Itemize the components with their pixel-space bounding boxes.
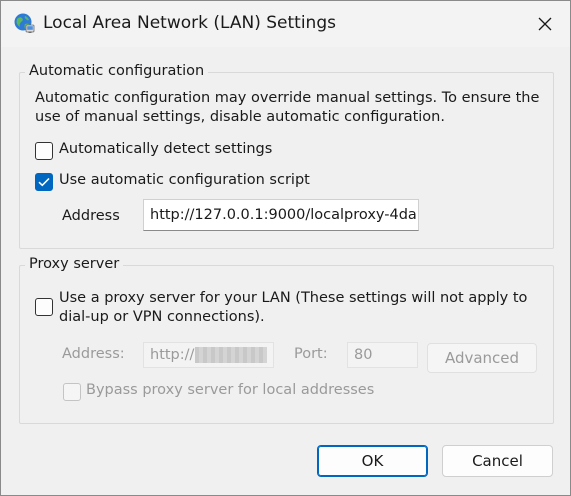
script-address-label: Address — [62, 208, 120, 224]
use-proxy-checkbox[interactable] — [35, 298, 53, 316]
proxy-port-input[interactable]: 80 — [347, 342, 418, 368]
title-bar: Local Area Network (LAN) Settings — [1, 1, 570, 47]
script-address-input[interactable]: http://127.0.0.1:9000/localproxy-4da — [143, 199, 419, 231]
proxy-server-legend: Proxy server — [25, 256, 124, 272]
proxy-address-value: http:// — [150, 347, 195, 363]
bypass-local-label[interactable]: Bypass proxy server for local addresses — [86, 382, 374, 398]
auto-config-description: Automatic configuration may override man… — [35, 90, 540, 125]
advanced-button[interactable]: Advanced — [427, 343, 537, 373]
ok-button[interactable]: OK — [317, 445, 428, 477]
script-address-value: http://127.0.0.1:9000/localproxy-4da — [150, 207, 417, 223]
close-button[interactable] — [530, 9, 560, 39]
bypass-local-checkbox[interactable] — [63, 383, 81, 401]
network-globe-icon — [14, 13, 35, 33]
close-icon — [538, 17, 552, 31]
proxy-address-input[interactable]: http:// — [143, 342, 274, 368]
use-proxy-label-line1[interactable]: Use a proxy server for your LAN (These s… — [59, 290, 527, 306]
proxy-port-label: Port: — [294, 346, 328, 362]
auto-config-script-label[interactable]: Use automatic configuration script — [59, 172, 310, 188]
auto-config-script-checkbox[interactable] — [35, 173, 53, 191]
auto-detect-checkbox[interactable] — [35, 142, 53, 160]
auto-config-legend: Automatic configuration — [25, 63, 209, 79]
auto-detect-label[interactable]: Automatically detect settings — [59, 141, 272, 157]
lan-settings-dialog: Local Area Network (LAN) Settings Automa… — [0, 0, 571, 496]
checkmark-icon — [38, 177, 50, 187]
proxy-address-label: Address: — [62, 346, 125, 362]
proxy-port-value: 80 — [354, 347, 373, 363]
redacted-region — [195, 347, 268, 363]
use-proxy-label-line2[interactable]: dial-up or VPN connections). — [59, 309, 265, 325]
cancel-button[interactable]: Cancel — [442, 445, 553, 477]
dialog-title: Local Area Network (LAN) Settings — [43, 13, 336, 33]
